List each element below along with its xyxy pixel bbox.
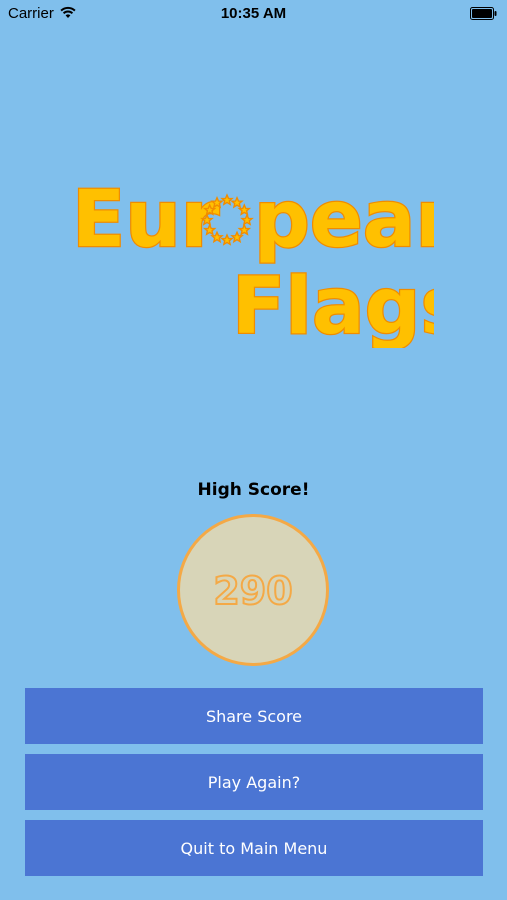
quit-to-main-menu-button[interactable]: Quit to Main Menu [25,820,483,876]
logo-text-flags: Flags [232,262,434,348]
logo-text-pean: pean [254,175,434,265]
score-circle: 290 [177,514,329,666]
battery-icon [470,7,497,20]
logo-text-eur: Eur [72,175,220,265]
status-time: 10:35 AM [220,5,287,22]
game-logo: Eur pean Flags [71,174,434,348]
high-score-label: High Score! [197,480,310,500]
play-again-button[interactable]: Play Again? [25,754,483,810]
status-bar: Carrier 10:35 AM [0,0,507,30]
score-value: 290 [213,569,292,613]
share-score-button[interactable]: Share Score [25,688,483,744]
